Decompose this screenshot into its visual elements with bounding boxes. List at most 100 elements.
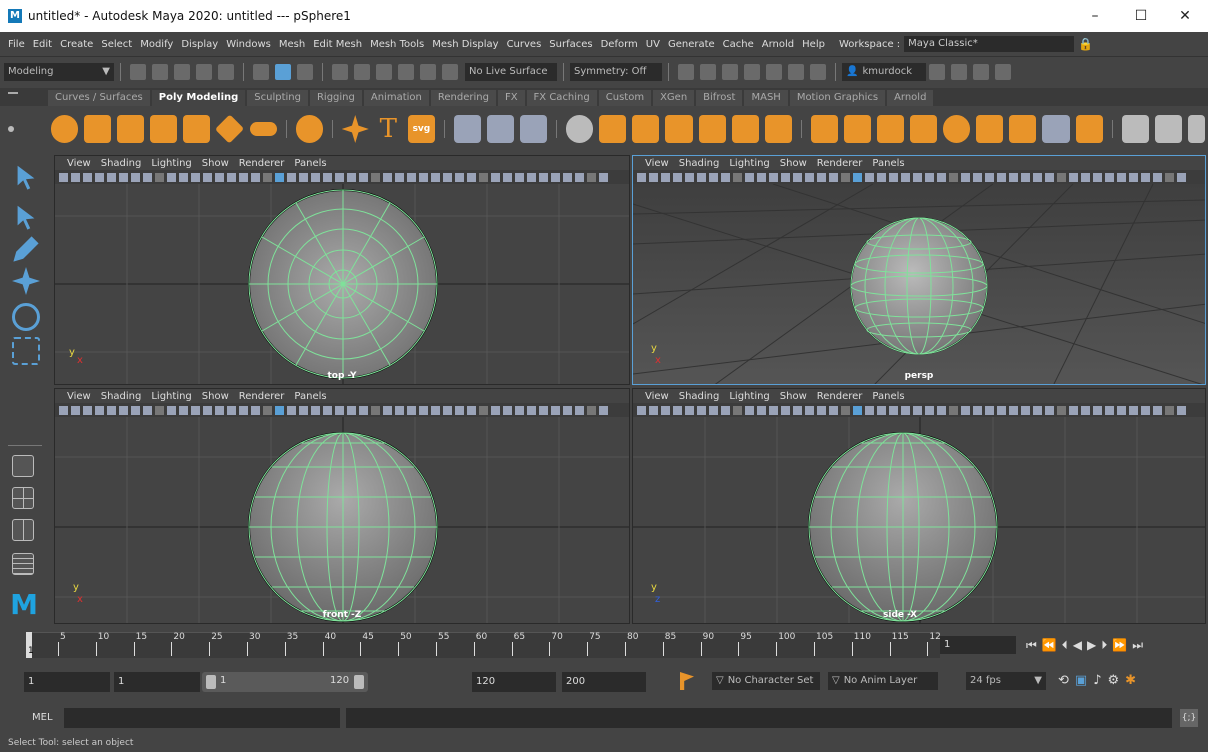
anim-prefs-icon[interactable]: ⚙ (1108, 673, 1126, 688)
panel-toolbar-icon[interactable] (395, 172, 404, 182)
panel-toolbar-icon[interactable] (1093, 172, 1102, 182)
panel-toolbar-icon[interactable] (455, 405, 464, 415)
snap-surface-icon[interactable] (420, 63, 436, 80)
triangulate-icon[interactable] (976, 115, 1004, 143)
hypershade-icon[interactable] (766, 63, 782, 80)
panel-menu-renderer[interactable]: Renderer (817, 391, 863, 402)
sound-icon[interactable]: ♪ (1093, 673, 1107, 688)
panel-toolbar-icon[interactable] (805, 172, 814, 182)
panel-toolbar-icon[interactable] (1045, 405, 1054, 415)
panel-toolbar-icon[interactable] (215, 172, 224, 182)
channel-box-icon[interactable] (995, 63, 1011, 80)
panel-toolbar-icon[interactable] (83, 172, 92, 182)
panel-toolbar-icon[interactable] (167, 172, 176, 182)
menu-deform[interactable]: Deform (601, 39, 638, 50)
type-tool-icon[interactable]: T (375, 115, 402, 143)
panel-toolbar-icon[interactable] (1129, 405, 1138, 415)
sculpt-tool-icon[interactable] (1121, 115, 1149, 143)
panel-toolbar-icon[interactable] (1129, 172, 1138, 182)
range-slider[interactable]: 1 120 (202, 672, 368, 692)
menu-windows[interactable]: Windows (226, 39, 271, 50)
panel-toolbar-icon[interactable] (71, 172, 80, 182)
viewport-canvas[interactable]: z y side -X (633, 417, 1205, 623)
panel-toolbar-icon[interactable] (973, 172, 982, 182)
panel-toolbar-icon[interactable] (1105, 172, 1114, 182)
panel-toolbar-icon[interactable] (673, 405, 682, 415)
panel-toolbar-icon[interactable] (721, 172, 730, 182)
panel-toolbar-icon[interactable] (551, 172, 560, 182)
panel-menu-view[interactable]: View (67, 391, 91, 402)
panel-toolbar-icon[interactable] (59, 172, 68, 182)
start-time-field[interactable]: 1 (24, 672, 110, 692)
viewport-canvas[interactable]: x y top -Y (55, 184, 629, 384)
go-to-end-icon[interactable]: ⏭ (1132, 638, 1148, 652)
panel-toolbar-icon[interactable] (781, 405, 790, 415)
menu-file[interactable]: File (8, 39, 25, 50)
snap-view-icon[interactable] (398, 63, 414, 80)
panel-toolbar-icon[interactable] (275, 172, 284, 182)
panel-toolbar-icon[interactable] (1165, 405, 1174, 415)
panel-toolbar-icon[interactable] (937, 405, 946, 415)
panel-toolbar-icon[interactable] (491, 405, 500, 415)
attribute-editor-icon[interactable] (951, 63, 967, 80)
poly-cube-icon[interactable] (84, 115, 112, 143)
panel-toolbar-icon[interactable] (1141, 405, 1150, 415)
tab-rendering[interactable]: Rendering (430, 90, 496, 106)
step-forward-frame-icon[interactable]: ⏵ (1101, 638, 1112, 652)
panel-toolbar-icon[interactable] (335, 405, 344, 415)
menu-create[interactable]: Create (60, 39, 93, 50)
panel-toolbar-icon[interactable] (709, 172, 718, 182)
panel-menu-panels[interactable]: Panels (294, 158, 326, 169)
panel-toolbar-icon[interactable] (901, 172, 910, 182)
panel-toolbar-icon[interactable] (383, 172, 392, 182)
panel-toolbar-icon[interactable] (287, 172, 296, 182)
panel-toolbar-icon[interactable] (107, 405, 116, 415)
panel-toolbar-icon[interactable] (347, 172, 356, 182)
ipr-render-icon[interactable] (722, 63, 738, 80)
rotate-tool-icon[interactable] (12, 303, 40, 331)
panel-toolbar-icon[interactable] (1093, 405, 1102, 415)
panel-toolbar-icon[interactable] (263, 172, 272, 182)
workspace-dropdown[interactable]: Maya Classic* (904, 36, 1075, 52)
tool-settings-icon[interactable] (973, 63, 989, 80)
panel-toolbar-icon[interactable] (203, 405, 212, 415)
user-account[interactable]: 👤 kmurdock (842, 62, 926, 81)
panel-toolbar-icon[interactable] (239, 405, 248, 415)
viewport-canvas[interactable]: x y front -Z (55, 417, 629, 623)
extrude-icon[interactable] (665, 115, 693, 143)
panel-toolbar-icon[interactable] (59, 405, 68, 415)
panel-toolbar-icon[interactable] (311, 172, 320, 182)
go-to-start-icon[interactable]: ⏮ (1026, 638, 1042, 652)
panel-toolbar-icon[interactable] (359, 405, 368, 415)
panel-toolbar-icon[interactable] (757, 405, 766, 415)
lattice-icon[interactable] (1154, 115, 1182, 143)
panel-toolbar-icon[interactable] (997, 405, 1006, 415)
quad-draw-icon[interactable] (877, 115, 905, 143)
undo-icon[interactable] (196, 63, 212, 80)
character-set-dropdown[interactable]: ▽ No Character Set (712, 672, 820, 690)
panel-menu-renderer[interactable]: Renderer (239, 391, 285, 402)
play-backwards-icon[interactable]: ◀ (1073, 638, 1087, 652)
panel-toolbar-icon[interactable] (347, 405, 356, 415)
panel-toolbar-icon[interactable] (733, 405, 742, 415)
panel-toolbar-icon[interactable] (143, 405, 152, 415)
panel-toolbar-icon[interactable] (155, 172, 164, 182)
panel-menu-shading[interactable]: Shading (679, 391, 720, 402)
panel-toolbar-icon[interactable] (1105, 405, 1114, 415)
panel-menu-show[interactable]: Show (202, 158, 229, 169)
minimize-button[interactable]: – (1072, 0, 1118, 32)
panel-toolbar-icon[interactable] (829, 172, 838, 182)
panel-toolbar-icon[interactable] (179, 405, 188, 415)
panel-toolbar-icon[interactable] (865, 172, 874, 182)
panel-toolbar-icon[interactable] (661, 405, 670, 415)
super-shape-icon[interactable] (341, 115, 369, 143)
panel-toolbar-icon[interactable] (817, 405, 826, 415)
panel-toolbar-icon[interactable] (1057, 405, 1066, 415)
panel-toolbar-icon[interactable] (407, 405, 416, 415)
panel-menu-panels[interactable]: Panels (872, 158, 904, 169)
panel-toolbar-icon[interactable] (937, 172, 946, 182)
single-perspective-layout-icon[interactable] (12, 455, 34, 477)
mirror-icon[interactable] (943, 115, 971, 143)
panel-toolbar-icon[interactable] (865, 405, 874, 415)
modeling-toolkit-icon[interactable] (929, 63, 945, 80)
